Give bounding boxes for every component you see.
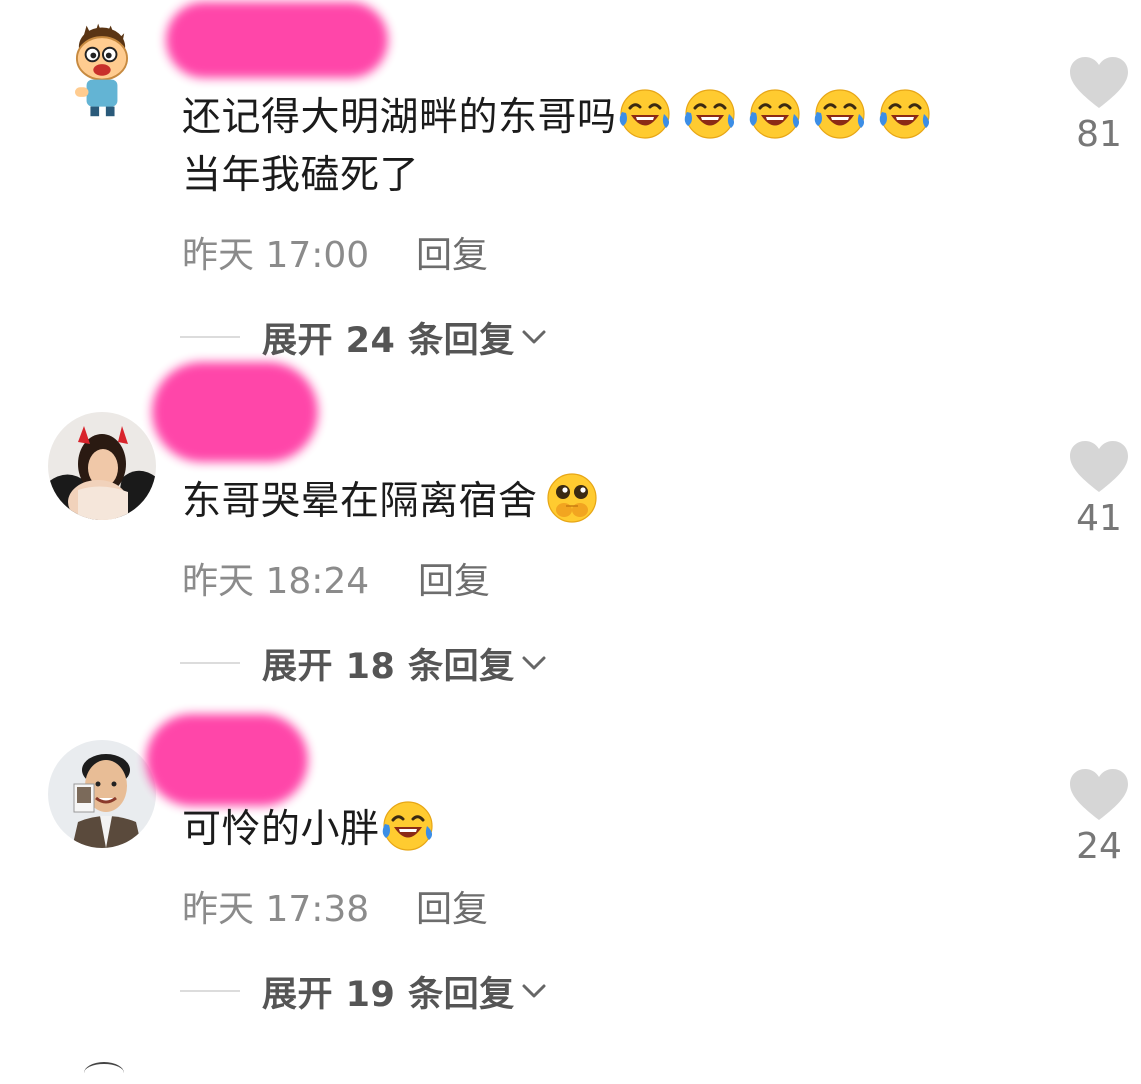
chevron-down-icon <box>522 656 546 670</box>
expand-replies-button[interactable]: 展开 24 条回复 <box>180 314 549 361</box>
avatar[interactable] <box>48 740 156 848</box>
avatar[interactable] <box>48 412 156 520</box>
laugh-cry-emoji <box>877 86 933 142</box>
comment-time: 昨天 17:38 <box>182 889 370 930</box>
username-redaction <box>152 362 318 462</box>
like-count: 41 <box>1076 498 1122 539</box>
reply-button[interactable]: 回复 <box>416 226 488 278</box>
heart-icon <box>1070 441 1128 492</box>
divider-line <box>180 990 240 992</box>
comment-text-line1: 东哥哭晕在隔离宿舍 <box>182 479 538 524</box>
reply-button[interactable]: 回复 <box>416 880 488 932</box>
laugh-cry-emoji <box>617 86 673 142</box>
comment-text: 可怜的小胖 <box>182 798 445 859</box>
comment-text: 东哥哭晕在隔离宿舍 <box>182 470 609 531</box>
laugh-cry-emoji <box>682 86 738 142</box>
expand-replies-label: 展开 24 条回复 <box>262 320 515 361</box>
comment-text-line1: 可怜的小胖 <box>182 807 380 852</box>
chevron-down-icon <box>522 984 546 998</box>
username-redaction <box>146 714 308 806</box>
comment-time: 昨天 18:24 <box>182 561 370 602</box>
divider-line <box>180 336 240 338</box>
like-button[interactable]: 24 <box>1062 768 1136 867</box>
comment-text-line1: 还记得大明湖畔的东哥吗 <box>182 95 617 140</box>
username-redaction <box>166 2 388 78</box>
reply-button[interactable]: 回复 <box>418 552 490 604</box>
pleading-hands-emoji <box>544 470 600 526</box>
like-button[interactable]: 81 <box>1062 56 1136 155</box>
divider-line <box>180 662 240 664</box>
like-count: 24 <box>1076 826 1122 867</box>
laugh-cry-emoji <box>747 86 803 142</box>
chevron-down-icon <box>522 330 546 344</box>
expand-replies-label: 展开 18 条回复 <box>262 646 515 687</box>
comment-time: 昨天 17:00 <box>182 235 370 276</box>
like-count: 81 <box>1076 114 1122 155</box>
laugh-cry-emoji <box>812 86 868 142</box>
heart-icon <box>1070 769 1128 820</box>
heart-icon <box>1070 57 1128 108</box>
like-button[interactable]: 41 <box>1062 440 1136 539</box>
next-avatar-edge <box>84 1062 124 1084</box>
comment-text: 还记得大明湖畔的东哥吗 当年我磕死了 <box>182 86 942 205</box>
expand-replies-label: 展开 19 条回复 <box>262 974 515 1015</box>
avatar[interactable] <box>48 14 156 126</box>
laugh-cry-emoji <box>380 798 436 854</box>
expand-replies-button[interactable]: 展开 18 条回复 <box>180 640 549 687</box>
comment-text-line2: 当年我磕死了 <box>182 153 420 198</box>
expand-replies-button[interactable]: 展开 19 条回复 <box>180 968 549 1015</box>
